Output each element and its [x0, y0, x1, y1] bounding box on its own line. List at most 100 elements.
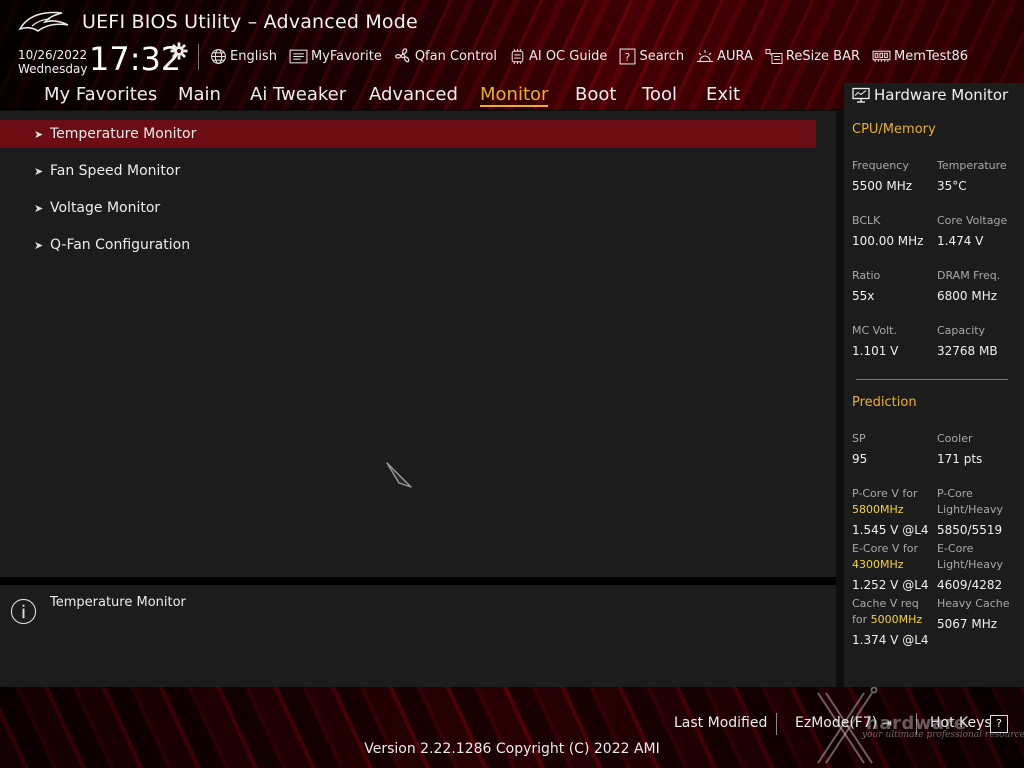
- ecore-freq-highlight: 4300MHz: [852, 558, 904, 571]
- watermark-tagline: your ultimate professional resource: [862, 730, 1024, 740]
- heavy-cache-value: 5067 MHz: [937, 617, 998, 631]
- hw-divider: [856, 379, 1008, 380]
- globe-icon: [211, 48, 226, 64]
- ecore-v-label-text: E-Core V for: [852, 542, 919, 555]
- help-description: Temperature Monitor: [50, 595, 186, 610]
- date-display: 10/26/2022 Wednesday: [18, 48, 87, 76]
- pcore-light-heavy-label: P-Core Light/Heavy: [937, 486, 1003, 518]
- sp-label: SP: [852, 432, 866, 445]
- menu-item-temperature-monitor[interactable]: ➤ Temperature Monitor: [0, 120, 816, 148]
- prediction-heading: Prediction: [852, 395, 917, 410]
- menu-item-q-fan-configuration[interactable]: ➤ Q-Fan Configuration: [0, 231, 816, 259]
- temperature-value: 35°C: [937, 179, 967, 193]
- ecore-lh-label-line2: Light/Heavy: [937, 558, 1003, 571]
- menu-item-label: Fan Speed Monitor: [50, 163, 181, 179]
- cpu-memory-heading: CPU/Memory: [852, 122, 936, 137]
- footer-divider: [776, 713, 777, 735]
- myfavorite-button[interactable]: MyFavorite: [289, 49, 382, 64]
- frequency-label: Frequency: [852, 159, 909, 172]
- date-text: 10/26/2022: [18, 48, 88, 62]
- myfavorite-label: MyFavorite: [310, 48, 382, 64]
- clock-display: 17:32: [89, 40, 182, 78]
- tab-boot[interactable]: Boot: [575, 84, 616, 105]
- rog-logo-icon: [18, 11, 69, 32]
- panel-separator: [0, 577, 836, 585]
- day-text: Wednesday: [18, 62, 88, 76]
- tab-exit[interactable]: Exit: [706, 84, 740, 105]
- fan-icon: [394, 48, 410, 63]
- tab-ai-tweaker[interactable]: Ai Tweaker: [250, 84, 346, 105]
- aura-button[interactable]: AURA: [696, 48, 753, 64]
- arrow-right-icon: ➤: [34, 127, 44, 141]
- arrow-right-icon: ➤: [34, 164, 44, 178]
- resize-bar-button[interactable]: ReSize BAR: [765, 48, 860, 65]
- capacity-value: 32768 MB: [937, 344, 998, 358]
- hardware-monitor-panel: Hardware Monitor CPU/Memory Frequency 55…: [844, 83, 1024, 687]
- svg-text:?: ?: [625, 50, 631, 63]
- tab-monitor[interactable]: Monitor: [480, 84, 549, 107]
- resize-bar-icon: [765, 48, 783, 64]
- tab-tool[interactable]: Tool: [642, 84, 677, 105]
- tab-advanced[interactable]: Advanced: [369, 84, 458, 105]
- ecore-v-value: 1.252 V @L4: [852, 578, 929, 592]
- search-button[interactable]: ? Search: [619, 48, 684, 65]
- menu-item-label: Temperature Monitor: [50, 126, 197, 142]
- cache-v-label-for: for: [852, 613, 868, 626]
- language-button[interactable]: English: [210, 48, 277, 65]
- capacity-label: Capacity: [937, 324, 986, 337]
- main-nav: My Favorites Main Ai Tweaker Advanced Mo…: [0, 82, 836, 110]
- ai-chip-icon: [511, 48, 524, 64]
- frequency-value: 5500 MHz: [852, 179, 913, 193]
- cache-v-label-line1: Cache V req: [852, 597, 919, 610]
- pcore-freq-highlight: 5800MHz: [852, 503, 904, 516]
- pcore-v-label: P-Core V for 5800MHz: [852, 486, 917, 518]
- ai-oc-guide-button[interactable]: AI OC Guide: [509, 48, 607, 65]
- qfan-control-label: Qfan Control: [414, 48, 497, 64]
- tab-main[interactable]: Main: [178, 84, 221, 105]
- ecore-light-heavy-value: 4609/4282: [937, 578, 1003, 592]
- favorite-list-icon: [289, 49, 308, 63]
- hardware-monitor-title-text: Hardware Monitor: [874, 86, 1009, 104]
- pcore-light-heavy-value: 5850/5519: [937, 523, 1003, 537]
- ratio-value: 55x: [852, 289, 875, 303]
- menu-item-label: Voltage Monitor: [50, 200, 161, 216]
- ecore-v-label: E-Core V for 4300MHz: [852, 541, 918, 573]
- bclk-label: BCLK: [852, 214, 881, 227]
- dram-freq-value: 6800 MHz: [937, 289, 998, 303]
- temperature-label: Temperature: [937, 159, 1007, 172]
- last-modified-button[interactable]: Last Modified: [674, 715, 767, 731]
- language-label: English: [230, 48, 277, 64]
- cooler-value: 171 pts: [937, 452, 983, 466]
- heavy-cache-label: Heavy Cache: [937, 597, 1010, 610]
- ai-oc-guide-label: AI OC Guide: [528, 48, 608, 64]
- memtest86-label: MemTest86: [894, 48, 969, 64]
- memtest86-button[interactable]: MemTest86: [872, 49, 968, 64]
- menu-item-fan-speed-monitor[interactable]: ➤ Fan Speed Monitor: [0, 157, 816, 185]
- ratio-label: Ratio: [852, 269, 881, 282]
- pcore-v-value: 1.545 V @L4: [852, 523, 929, 537]
- pcore-v-label-text: P-Core V for: [852, 487, 918, 500]
- memory-icon: [872, 50, 891, 62]
- footer-bar: Last Modified EzMode(F7) ⇥ Hot Keys ? ha…: [0, 687, 1024, 768]
- version-text: Version 2.22.1286 Copyright (C) 2022 AMI: [364, 741, 660, 757]
- gear-icon[interactable]: [170, 42, 188, 60]
- menu-item-voltage-monitor[interactable]: ➤ Voltage Monitor: [0, 194, 816, 222]
- aura-light-icon: [697, 50, 714, 63]
- qfan-control-button[interactable]: Qfan Control: [394, 47, 497, 65]
- bclk-value: 100.00 MHz: [852, 234, 924, 248]
- toolbar-links: English MyFavorite Qfan Control AI OC Gu…: [210, 46, 980, 66]
- search-label: Search: [639, 48, 685, 64]
- ezmode-label: EzMode(F7): [795, 715, 878, 731]
- tab-my-favorites[interactable]: My Favorites: [44, 84, 157, 105]
- ecore-lh-label-line1: E-Core: [937, 542, 974, 555]
- main-panel: ➤ Temperature Monitor ➤ Fan Speed Monito…: [0, 111, 836, 577]
- help-panel: Temperature Monitor: [0, 585, 836, 687]
- aura-label: AURA: [717, 48, 753, 64]
- mouse-cursor-icon: [386, 462, 412, 488]
- dram-freq-label: DRAM Freq.: [937, 269, 1001, 282]
- core-voltage-label: Core Voltage: [937, 214, 1008, 227]
- cache-freq-highlight: 5000MHz: [870, 613, 923, 626]
- pcore-lh-label-line2: Light/Heavy: [937, 503, 1003, 516]
- core-voltage-value: 1.474 V: [937, 234, 984, 248]
- arrow-right-icon: ➤: [34, 201, 44, 215]
